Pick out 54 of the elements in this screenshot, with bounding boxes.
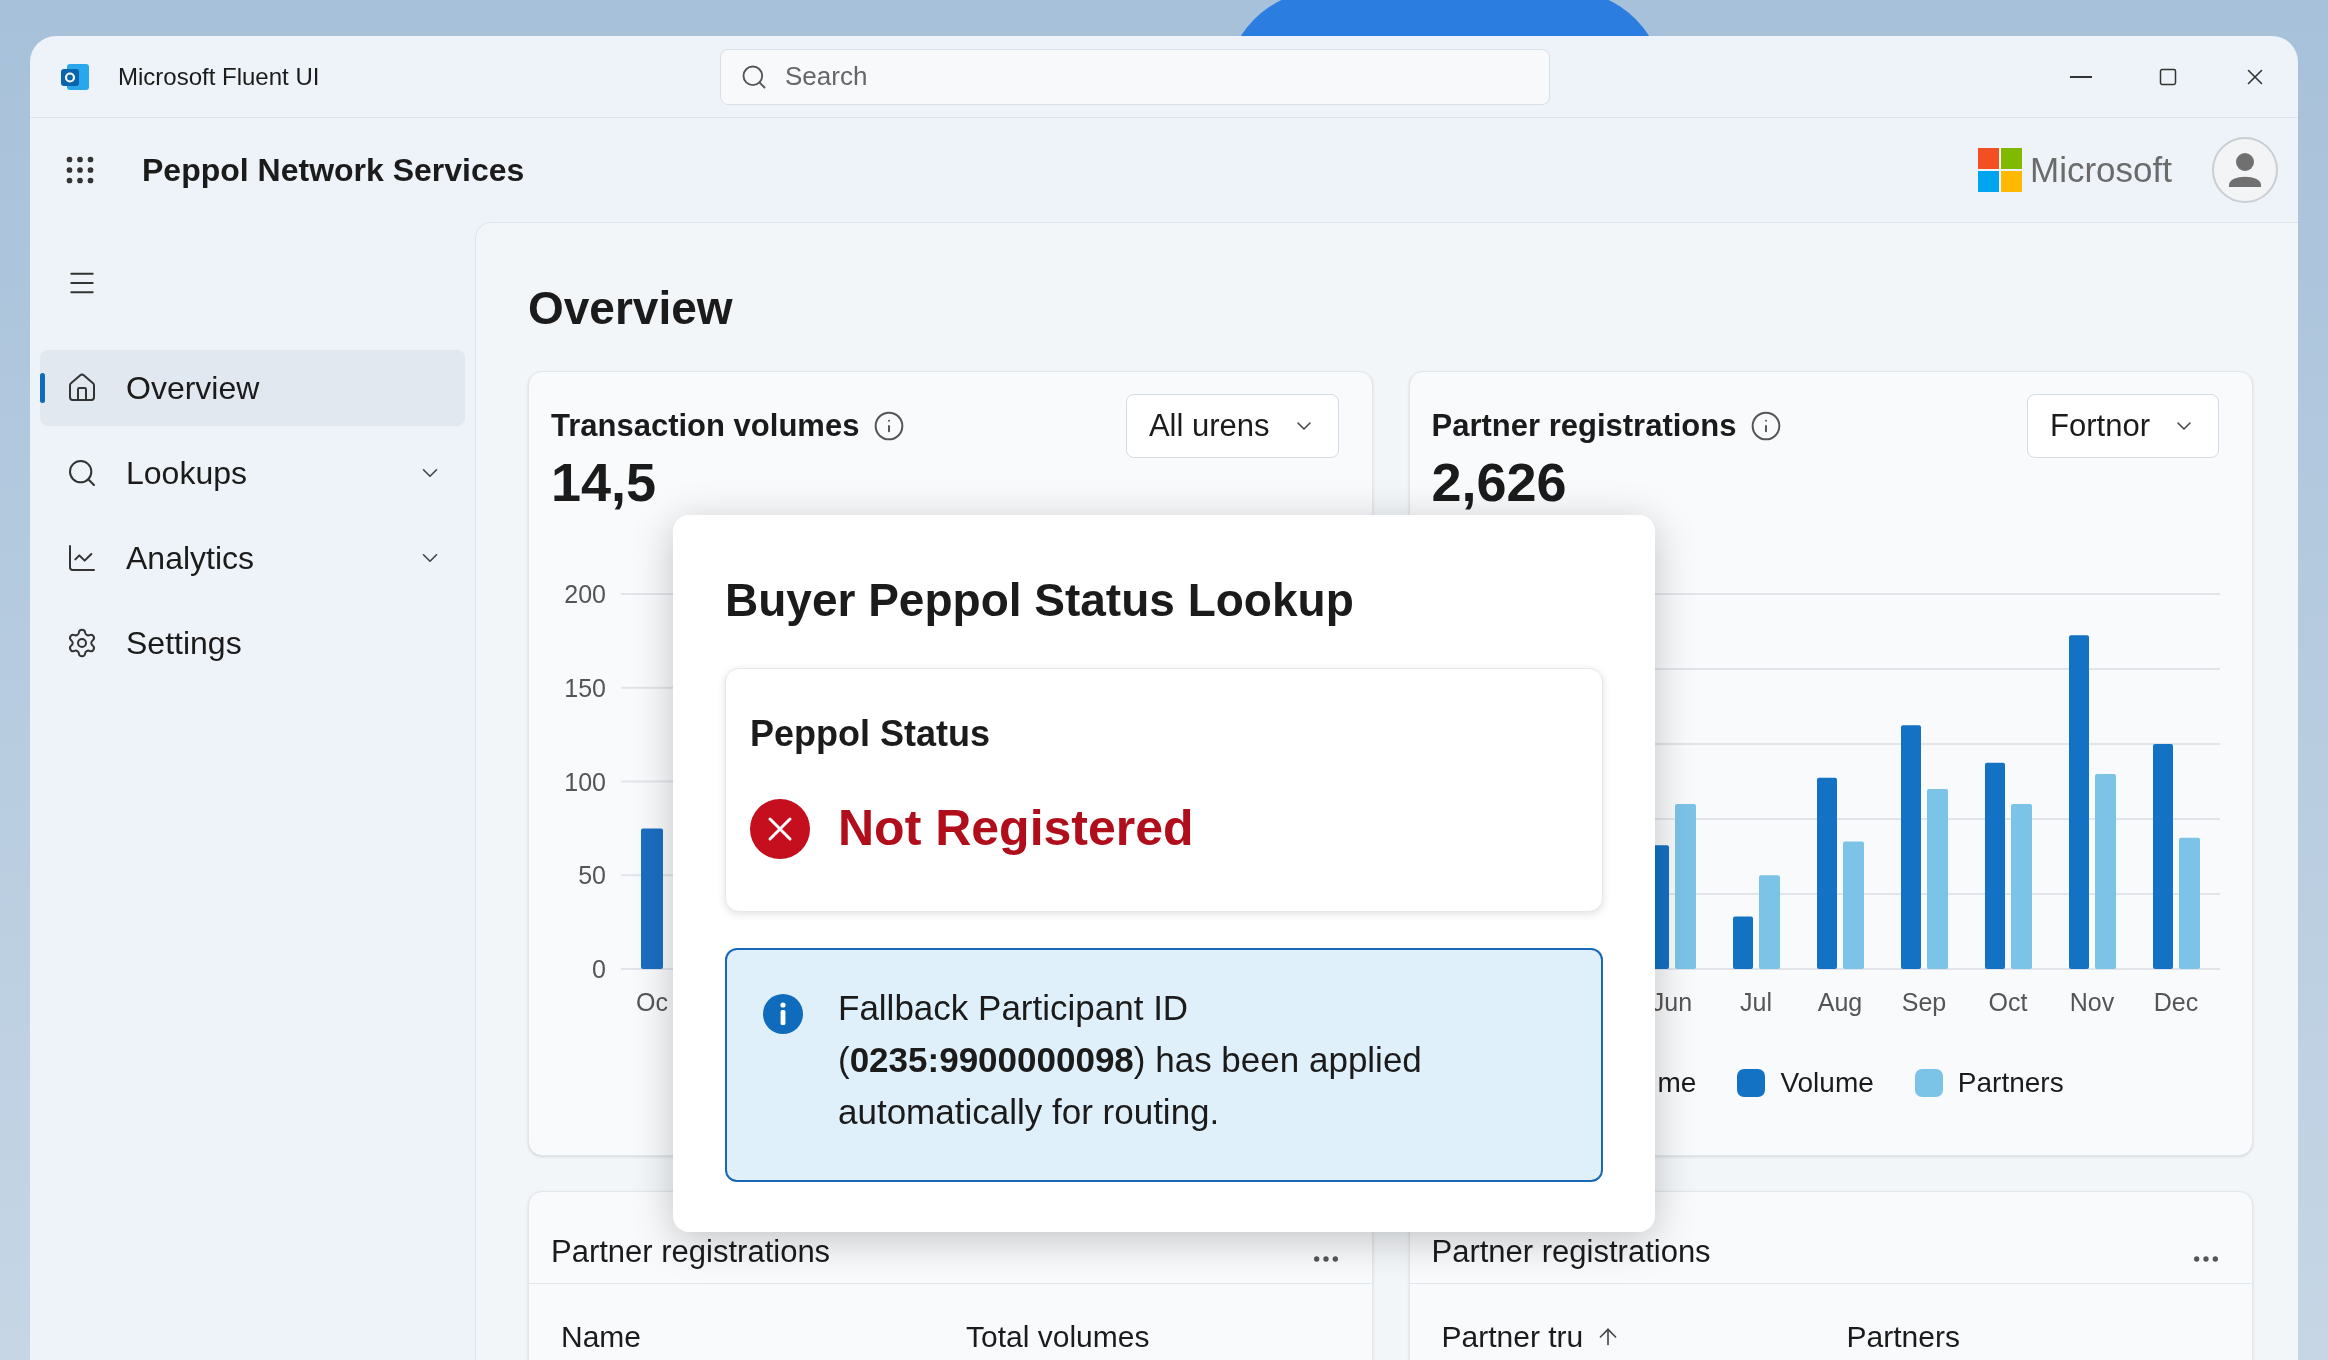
nav-item[interactable]: Lookups <box>40 435 465 511</box>
window-title: Microsoft Fluent UI <box>118 61 320 92</box>
card-title: Partner registrations <box>1431 1232 1711 1271</box>
search-icon <box>66 457 98 489</box>
nav-item[interactable]: Settings <box>40 605 465 681</box>
axis-label: Sep <box>1901 988 1946 1016</box>
axis-label: Jul <box>1739 988 1772 1016</box>
info-icon[interactable] <box>873 410 906 442</box>
axis-label: Aug <box>1817 988 1862 1016</box>
dialog-title: Buyer Peppol Status Lookup <box>725 573 1355 627</box>
column-header[interactable]: Partner tru <box>1441 1314 1584 1359</box>
settings-icon <box>66 627 98 659</box>
status-text: Not Registered <box>838 799 1194 858</box>
nav-item[interactable]: Analytics <box>40 520 465 596</box>
legend-label: Partners <box>1957 1066 2064 1100</box>
axis-tick-label: 200 <box>564 580 606 608</box>
legend-label: me <box>1657 1066 1697 1100</box>
total-value: 2,626 <box>1431 454 1567 510</box>
chart-bar <box>1732 916 1753 969</box>
selection-indicator <box>40 373 45 403</box>
avatar-icon[interactable] <box>2212 137 2278 203</box>
column-header[interactable]: Total volumes <box>966 1314 1150 1359</box>
brand-logo-icon <box>1978 148 2023 192</box>
nav-item[interactable]: Overview <box>40 350 465 426</box>
search-field[interactable]: Search <box>720 48 1550 105</box>
line-chart-icon <box>66 542 98 574</box>
status-label: Peppol Status <box>750 712 991 756</box>
total-value: 14,5 <box>551 454 657 510</box>
app-name: Peppol Network Services <box>142 151 525 190</box>
page-title: Overview <box>528 281 734 335</box>
filter-dropdown[interactable]: All urens <box>1125 394 1339 458</box>
axis-label: Dec <box>2153 988 2198 1016</box>
card-title: Transaction volumes <box>551 406 860 445</box>
card-title: Partner registrations <box>551 1232 831 1271</box>
axis-label: Jun <box>1651 988 1692 1016</box>
axis-tick-label: 150 <box>564 673 606 702</box>
axis-label: Oct <box>1988 988 2027 1016</box>
column-header[interactable]: Partners <box>1846 1314 1960 1359</box>
brand-name: Microsoft <box>2030 148 2172 191</box>
column-header[interactable]: Name <box>561 1314 642 1359</box>
axis-label: Nov <box>2069 988 2114 1016</box>
filter-dropdown[interactable]: Fortnor <box>2027 394 2219 458</box>
info-icon <box>763 994 803 1034</box>
info-icon[interactable] <box>1750 410 1783 442</box>
axis-tick-label: 0 <box>592 955 606 983</box>
minimize-icon <box>2069 75 2092 78</box>
axis-tick-label: 100 <box>564 767 606 796</box>
maximize-icon <box>2157 66 2178 87</box>
card-title: Partner registrations <box>1431 406 1737 445</box>
axis-label: Oc <box>636 988 668 1016</box>
home-icon <box>66 372 98 404</box>
info-text: Fallback Participant ID (0235:9900000098) has been applied automatically for routing. <box>838 987 1423 1133</box>
legend-label: Volume <box>1780 1066 1874 1100</box>
axis-tick-label: 50 <box>578 861 606 890</box>
